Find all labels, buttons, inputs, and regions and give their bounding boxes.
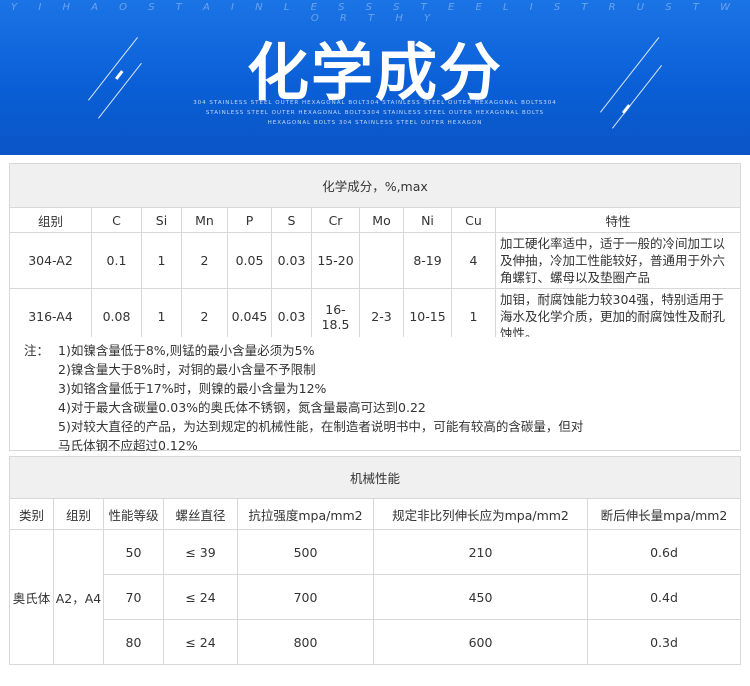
banner-caption-3: HEXAGONAL BOLTS 304 STAINLESS STEEL OUTE… <box>267 120 483 126</box>
table-cell: 15-20 <box>311 232 360 289</box>
chem-header-cell: P <box>227 207 272 233</box>
mech-header-cell: 螺丝直径 <box>163 498 238 530</box>
note-item: 2)镍含量大于8%时，对铜的最小含量不予限制 <box>58 362 316 377</box>
table-cell: 70 <box>103 574 164 620</box>
table-row: 304-A2 0.1 1 2 0.05 0.03 15-20 8-19 4 加工… <box>9 232 741 289</box>
chem-header-cell: 组别 <box>9 207 92 233</box>
table-cell: 210 <box>373 529 588 575</box>
mech-header-cell: 规定非比列伸长应为mpa/mm2 <box>373 498 588 530</box>
mech-header-cell: 类别 <box>9 498 54 530</box>
table-cell: 304-A2 <box>9 232 92 289</box>
table-cell: 700 <box>237 574 374 620</box>
note-item: 5)对较大直径的产品，为达到规定的机械性能，在制造者说明书中，可能有较高的含碳量… <box>58 419 584 434</box>
table-cell: 0.05 <box>227 232 272 289</box>
table-cell: ≤ 39 <box>163 529 238 575</box>
mechanical-properties-table: 机械性能 类别 组别 性能等级 螺丝直径 抗拉强度mpa/mm2 规定非比列伸长… <box>9 456 741 665</box>
category-cell: 奥氏体 <box>9 529 54 665</box>
banner-slogan: Y I H A O S T A I N L E S S S T E E L I … <box>11 2 739 24</box>
table-cell <box>359 232 404 289</box>
table-cell: 0.3d <box>587 619 741 665</box>
note-item: 4)对于最大含碳量0.03%的奥氏体不锈钢，氮含量最高可达到0.22 <box>58 400 426 415</box>
table-cell: 0.1 <box>91 232 142 289</box>
table-cell: 0.03 <box>271 232 312 289</box>
property-cell: 加工硬化率适中，适于一般的冷间加工以及伸抽，冷加工性能较好，普通用于外六角螺钉、… <box>495 232 741 289</box>
table-cell: 8-19 <box>403 232 452 289</box>
mech-header-cell: 组别 <box>53 498 104 530</box>
table-cell: 600 <box>373 619 588 665</box>
table-row: 奥氏体 A2，A4 50 ≤ 39 500 210 0.6d <box>9 529 741 665</box>
chem-header-cell: C <box>91 207 142 233</box>
mech-table-title: 机械性能 <box>9 456 741 499</box>
table-cell: 2 <box>181 232 228 289</box>
chem-header-cell: Ni <box>403 207 452 233</box>
chemical-composition-table: 化学成分，%,max 组别 C Si Mn P S Cr Mo Ni Cu 特性… <box>9 163 741 345</box>
table-cell: 50 <box>103 529 164 575</box>
table-row: 70 ≤ 24 700 450 0.4d <box>10 574 741 620</box>
table-row: 80 ≤ 24 800 600 0.3d <box>10 619 741 665</box>
chem-header-cell: Mn <box>181 207 228 233</box>
table-cell: 4 <box>451 232 496 289</box>
chem-header-cell: S <box>271 207 312 233</box>
mech-header-cell: 抗拉强度mpa/mm2 <box>237 498 374 530</box>
chem-header-cell: 特性 <box>495 207 741 233</box>
notes-section: 注： 1)如镍含量低于8%,则锰的最小含量必须为5% 2)镍含量大于8%时，对铜… <box>9 337 741 453</box>
table-cell: 0.4d <box>587 574 741 620</box>
chem-header-cell: Si <box>141 207 182 233</box>
table-cell: 80 <box>103 619 164 665</box>
table-cell: 500 <box>237 529 374 575</box>
table-cell: 0.6d <box>587 529 741 575</box>
mech-header-row: 类别 组别 性能等级 螺丝直径 抗拉强度mpa/mm2 规定非比列伸长应为mpa… <box>9 498 741 530</box>
note-item: 3)如铬含量低于17%时，则镍的最小含量为12% <box>58 381 327 396</box>
chem-header-row: 组别 C Si Mn P S Cr Mo Ni Cu 特性 <box>9 207 741 233</box>
chem-header-cell: Cr <box>311 207 360 233</box>
table-cell: 800 <box>237 619 374 665</box>
mech-header-cell: 断后伸长量mpa/mm2 <box>587 498 741 530</box>
banner-caption-2: STAINLESS STEEL OUTER HEXAGONAL BOLTS304… <box>205 110 545 116</box>
note-item: 1)如镍含量低于8%,则锰的最小含量必须为5% <box>58 343 315 358</box>
table-cell: 1 <box>141 232 182 289</box>
table-cell: ≤ 24 <box>163 619 238 665</box>
table-cell: 450 <box>373 574 588 620</box>
banner: Y I H A O S T A I N L E S S S T E E L I … <box>0 0 750 155</box>
mech-header-cell: 性能等级 <box>103 498 164 530</box>
chem-header-cell: Mo <box>359 207 404 233</box>
notes-label: 注： <box>24 343 50 358</box>
chem-table-title: 化学成分，%,max <box>9 163 741 208</box>
table-cell: ≤ 24 <box>163 574 238 620</box>
group-cell: A2，A4 <box>53 529 104 665</box>
chem-header-cell: Cu <box>451 207 496 233</box>
note-item: 马氏体钢不应超过0.12% <box>58 438 198 453</box>
